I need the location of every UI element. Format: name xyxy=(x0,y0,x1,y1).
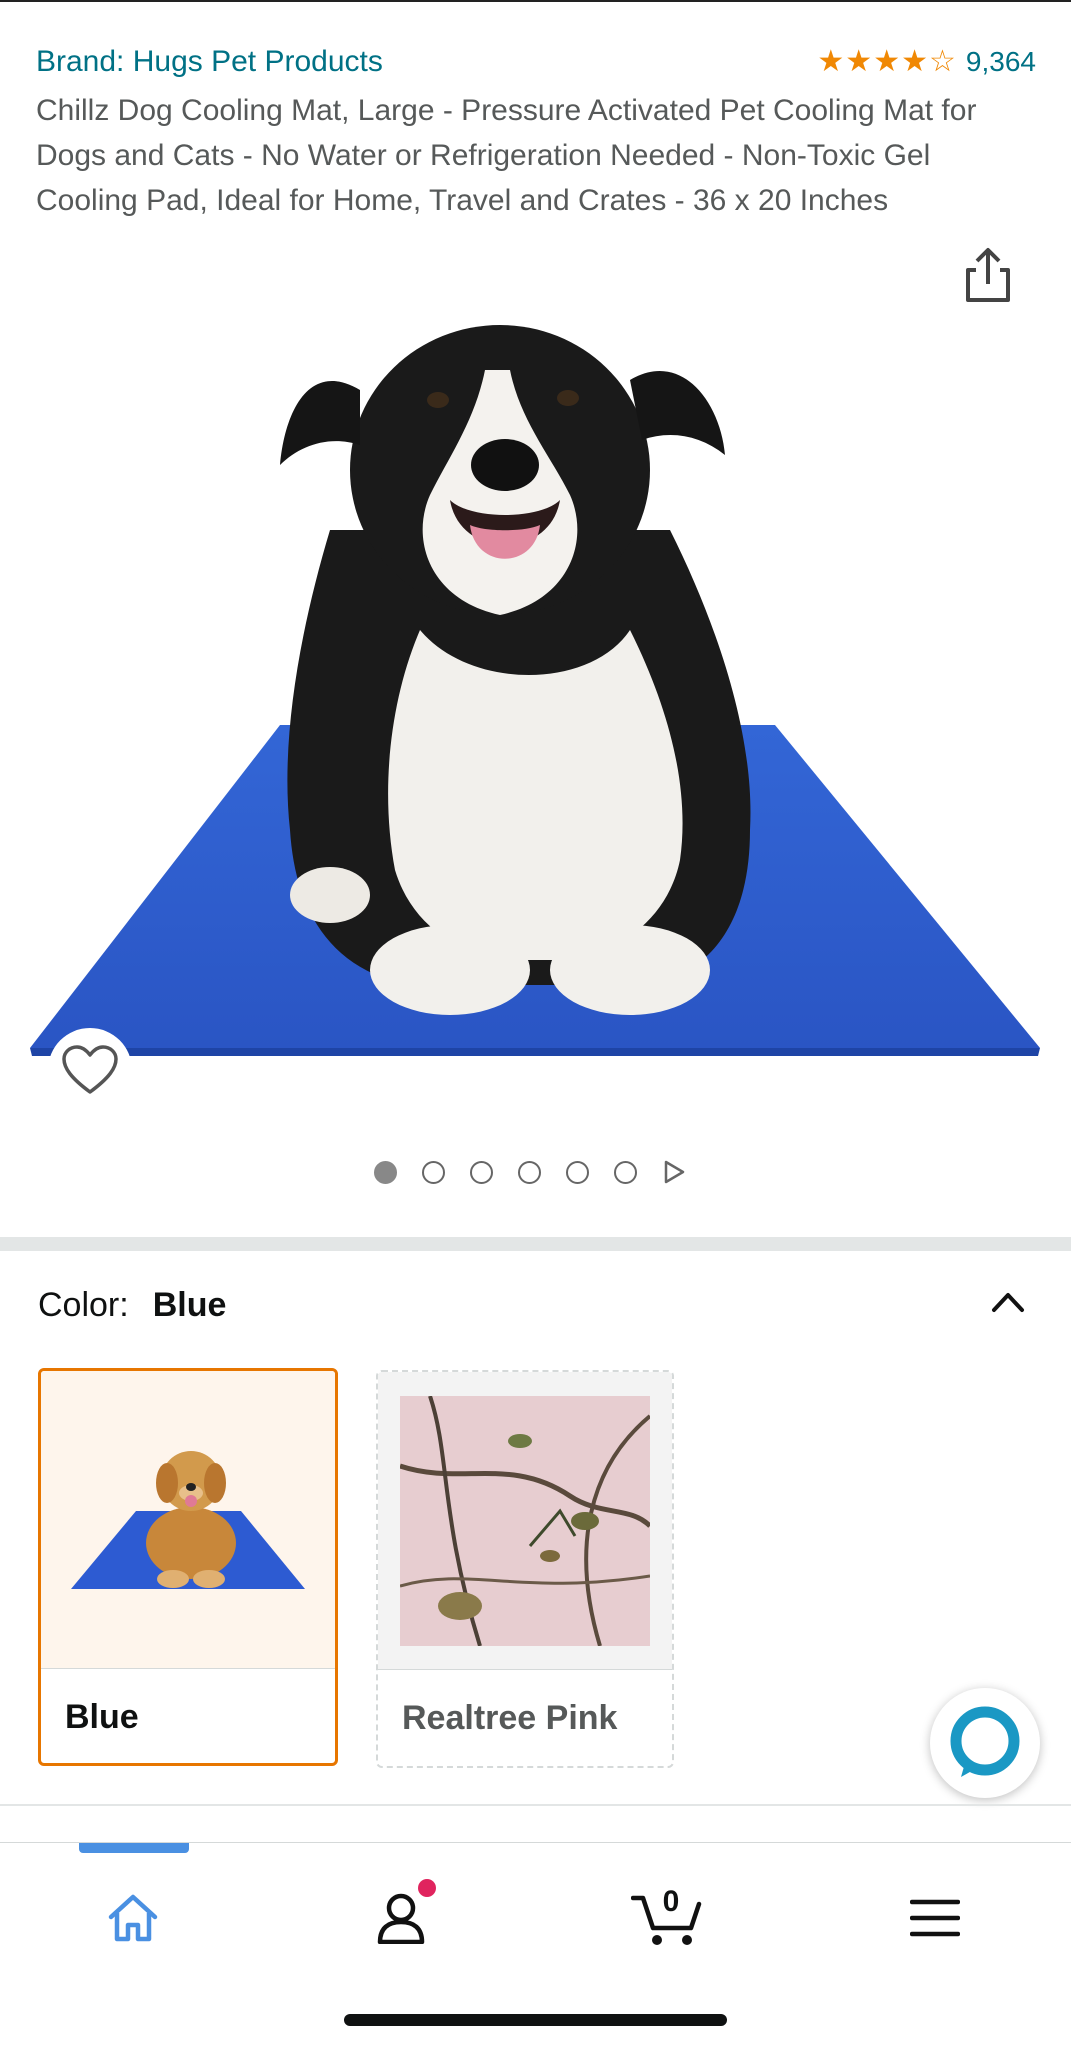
pager-dot[interactable] xyxy=(518,1160,541,1184)
star-full-icon: ★ xyxy=(845,45,873,78)
rating-stars: ★ ★ ★ ★ ☆ xyxy=(817,47,956,77)
selected-color-value: Blue xyxy=(152,1285,227,1324)
rating-count[interactable]: 9,364 xyxy=(966,46,1036,78)
nav-cart[interactable]: 0 xyxy=(622,1873,712,1963)
color-selector-header[interactable]: Color: Blue xyxy=(38,1280,1038,1330)
color-option-blue[interactable]: Blue xyxy=(38,1368,338,1766)
home-icon xyxy=(108,1894,158,1942)
play-arrow-icon[interactable] xyxy=(662,1160,686,1184)
cart-count: 0 xyxy=(662,1885,680,1918)
nav-account[interactable] xyxy=(356,1873,446,1963)
star-empty-icon: ☆ xyxy=(929,45,956,78)
rating-summary[interactable]: ★ ★ ★ ★ ☆ 9,364 xyxy=(817,46,1036,78)
alexa-icon[interactable] xyxy=(930,1688,1040,1798)
hamburger-icon xyxy=(910,1899,960,1937)
star-full-icon: ★ xyxy=(901,45,929,78)
pager-dot[interactable] xyxy=(614,1160,637,1184)
product-header: Brand: Hugs Pet Products ★ ★ ★ ★ ☆ 9,364… xyxy=(36,42,1036,223)
swatch-image-realtree-pink xyxy=(378,1372,672,1669)
nav-menu[interactable] xyxy=(890,1873,980,1963)
pager-dot[interactable] xyxy=(566,1160,589,1184)
product-image[interactable] xyxy=(30,270,1045,1070)
nav-home[interactable] xyxy=(88,1873,178,1963)
star-full-icon: ★ xyxy=(817,45,845,78)
user-icon xyxy=(377,1893,425,1944)
brand-row: Brand: Hugs Pet Products ★ ★ ★ ★ ☆ 9,364 xyxy=(36,42,1036,82)
active-tab-indicator xyxy=(79,1843,189,1853)
star-full-icon: ★ xyxy=(873,45,901,78)
home-indicator[interactable] xyxy=(344,2014,727,2026)
section-divider xyxy=(0,1237,1071,1251)
pager-dot-active[interactable] xyxy=(374,1160,397,1184)
chevron-up-icon[interactable] xyxy=(988,1286,1028,1316)
swatch-label: Blue xyxy=(41,1668,335,1763)
brand-link[interactable]: Brand: Hugs Pet Products xyxy=(36,45,383,79)
heart-icon[interactable] xyxy=(48,1028,132,1112)
color-label: Color: xyxy=(38,1285,129,1324)
image-pager xyxy=(374,1160,686,1184)
top-divider xyxy=(0,0,1071,2)
section-divider xyxy=(0,1804,1071,1806)
color-option-realtree-pink[interactable]: Realtree Pink xyxy=(376,1370,674,1768)
notification-dot xyxy=(418,1879,436,1897)
swatch-image-blue xyxy=(41,1371,335,1668)
pager-dot[interactable] xyxy=(470,1160,493,1184)
product-title: Chillz Dog Cooling Mat, Large - Pressure… xyxy=(36,94,977,217)
pager-dot[interactable] xyxy=(422,1160,445,1184)
swatch-label: Realtree Pink xyxy=(378,1669,672,1766)
